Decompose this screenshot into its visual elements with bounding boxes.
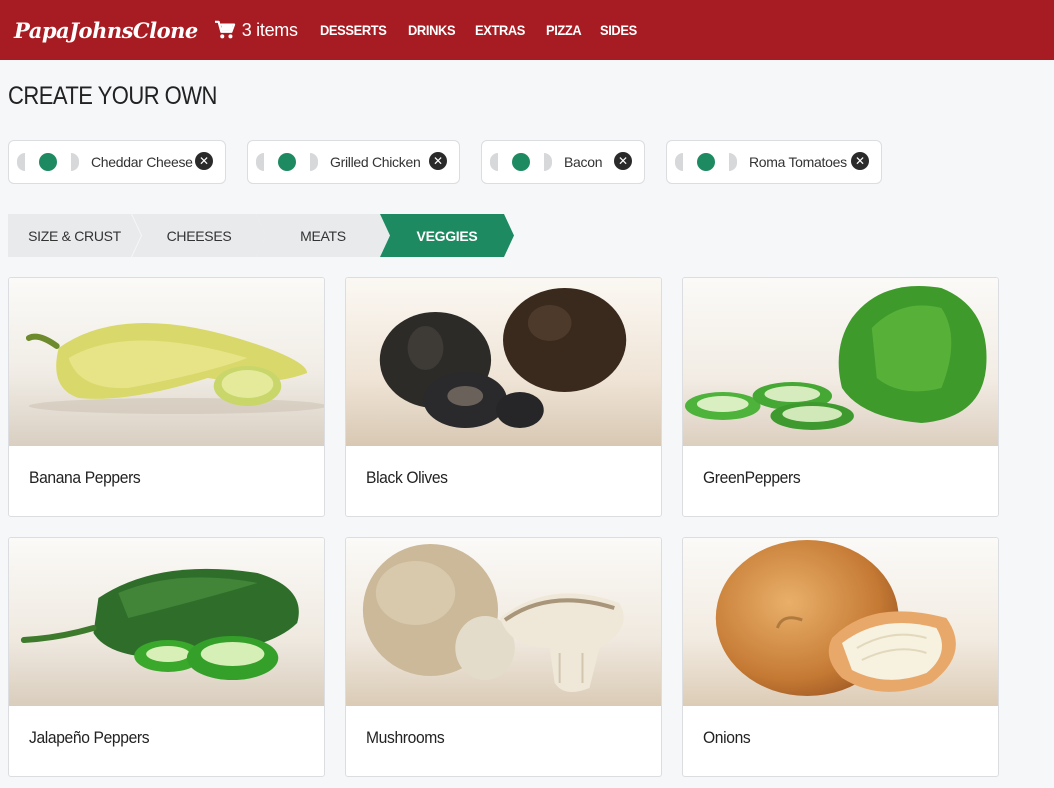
cart-button[interactable]: 3 items <box>214 20 298 41</box>
product-card-green-peppers[interactable]: GreenPeppers <box>682 277 999 517</box>
close-icon[interactable]: ✕ <box>195 152 213 170</box>
mushrooms-image <box>346 538 661 706</box>
right-half-toggle[interactable] <box>310 153 318 171</box>
whole-toggle[interactable] <box>39 153 57 171</box>
left-half-toggle[interactable] <box>675 153 683 171</box>
whole-toggle[interactable] <box>697 153 715 171</box>
product-name: Black Olives <box>366 468 448 487</box>
left-half-toggle[interactable] <box>490 153 498 171</box>
product-card-banana-peppers[interactable]: Banana Peppers <box>8 277 325 517</box>
product-name: Jalapeño Peppers <box>29 728 150 747</box>
product-card-jalapeno-peppers[interactable]: Jalapeño Peppers <box>8 537 325 777</box>
jalapeno-peppers-image <box>9 538 324 706</box>
top-navbar: PapaJohnsClone 3 items DESSERTS DRINKS E… <box>0 0 1054 60</box>
product-card-black-olives[interactable]: Black Olives <box>345 277 662 517</box>
topping-chip-label: Cheddar Cheese <box>91 154 193 170</box>
product-name: Onions <box>703 728 751 747</box>
right-half-toggle[interactable] <box>729 153 737 171</box>
whole-toggle[interactable] <box>512 153 530 171</box>
topping-chip: Cheddar Cheese ✕ <box>8 140 226 184</box>
close-icon[interactable]: ✕ <box>614 152 632 170</box>
onions-image <box>683 538 998 706</box>
green-peppers-image <box>683 278 998 446</box>
product-name: Banana Peppers <box>29 468 141 487</box>
product-name: Mushrooms <box>366 728 445 747</box>
tab-meats[interactable]: MEATS <box>256 214 390 257</box>
page-title: CREATE YOUR OWN <box>8 82 217 110</box>
topping-chip: Bacon ✕ <box>481 140 645 184</box>
whole-toggle[interactable] <box>278 153 296 171</box>
cart-count: 3 items <box>241 19 298 40</box>
topping-chip: Roma Tomatoes ✕ <box>666 140 882 184</box>
selected-toppings: Cheddar Cheese ✕ Grilled Chicken ✕ Bacon… <box>0 140 1054 184</box>
tab-size-crust[interactable]: SIZE & CRUST <box>8 214 141 257</box>
right-half-toggle[interactable] <box>71 153 79 171</box>
topping-chip-label: Roma Tomatoes <box>749 154 847 170</box>
topping-chip: Grilled Chicken ✕ <box>247 140 460 184</box>
nav-pizza[interactable]: PIZZA <box>546 22 582 38</box>
brand-logo[interactable]: PapaJohnsClone <box>14 18 198 43</box>
cart-icon <box>214 20 235 39</box>
main-nav: DESSERTS DRINKS EXTRAS PIZZA SIDES <box>320 22 656 38</box>
nav-desserts[interactable]: DESSERTS <box>320 22 387 38</box>
product-card-onions[interactable]: Onions <box>682 537 999 777</box>
product-name: GreenPeppers <box>703 468 801 487</box>
builder-steps: SIZE & CRUST CHEESES MEATS VEGGIES <box>8 214 528 257</box>
tab-cheeses[interactable]: CHEESES <box>132 214 266 257</box>
left-half-toggle[interactable] <box>17 153 25 171</box>
nav-extras[interactable]: EXTRAS <box>475 22 525 38</box>
topping-chip-label: Bacon <box>564 154 603 170</box>
close-icon[interactable]: ✕ <box>851 152 869 170</box>
nav-drinks[interactable]: DRINKS <box>408 22 456 38</box>
tab-veggies[interactable]: VEGGIES <box>380 214 514 257</box>
close-icon[interactable]: ✕ <box>429 152 447 170</box>
right-half-toggle[interactable] <box>544 153 552 171</box>
nav-sides[interactable]: SIDES <box>600 22 637 38</box>
topping-chip-label: Grilled Chicken <box>330 154 421 170</box>
banana-peppers-image <box>9 278 324 446</box>
product-card-mushrooms[interactable]: Mushrooms <box>345 537 662 777</box>
left-half-toggle[interactable] <box>256 153 264 171</box>
black-olives-image <box>346 278 661 446</box>
